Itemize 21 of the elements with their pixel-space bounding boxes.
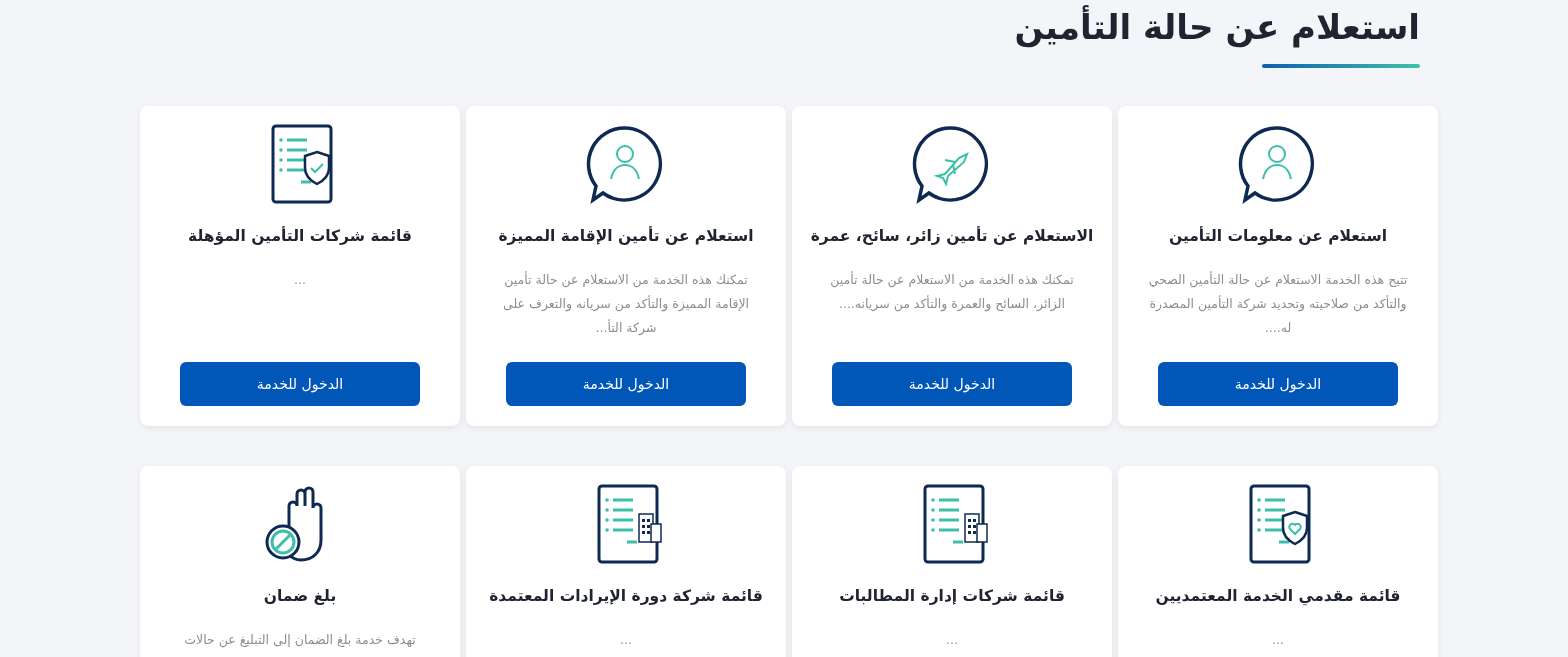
- card-title: قائمة شركات إدارة المطالبات: [839, 586, 1065, 607]
- page-title: استعلام عن حالة التأمين: [1014, 4, 1420, 50]
- card-title: بلغ ضمان: [263, 586, 337, 607]
- card-title: استعلام عن تأمين الإقامة المميزة: [498, 225, 754, 247]
- enter-service-button[interactable]: الدخول للخدمة: [506, 362, 746, 406]
- card-description: ...: [293, 271, 307, 289]
- card-description: ...: [1271, 631, 1285, 649]
- card-description: تتيح هذه الخدمة الاستعلام عن حالة التأمين الصحي والتأكد من صلاحيته وتحديد شركة التأمين المصدرة له....: [1147, 270, 1409, 337]
- enter-service-button[interactable]: الدخول للخدمة: [832, 362, 1072, 406]
- card-title: استعلام عن معلومات التأمين: [1169, 225, 1387, 247]
- card-description: تمكنك هذه الخدمة من الاستعلام عن حالة تأمين الزائر، السائح والعمرة والتأكد من سريانه....: [829, 270, 1075, 314]
- card-description: ...: [945, 631, 959, 649]
- card-description: تهدف خدمة بلغ الضمان إلى التبليغ عن حالات: [183, 631, 417, 650]
- card-title: قائمة شركات التأمين المؤهلة: [188, 225, 412, 247]
- enter-service-button[interactable]: الدخول للخدمة: [1158, 362, 1398, 406]
- card-title: قائمة شركة دورة الإيرادات المعتمدة: [489, 586, 763, 607]
- card-title: الاستعلام عن تأمين زائر، سائح، عمرة: [810, 225, 1094, 247]
- enter-service-button[interactable]: الدخول للخدمة: [180, 362, 420, 406]
- card-description: ...: [619, 631, 633, 649]
- card-title: قائمة مقدمي الخدمة المعتمديين: [1155, 586, 1401, 608]
- card-description: تمكنك هذه الخدمة من الاستعلام عن حالة تأمين الإقامة المميزة والتأكد من سريانه والتعرف على شركة التأ...: [502, 270, 750, 337]
